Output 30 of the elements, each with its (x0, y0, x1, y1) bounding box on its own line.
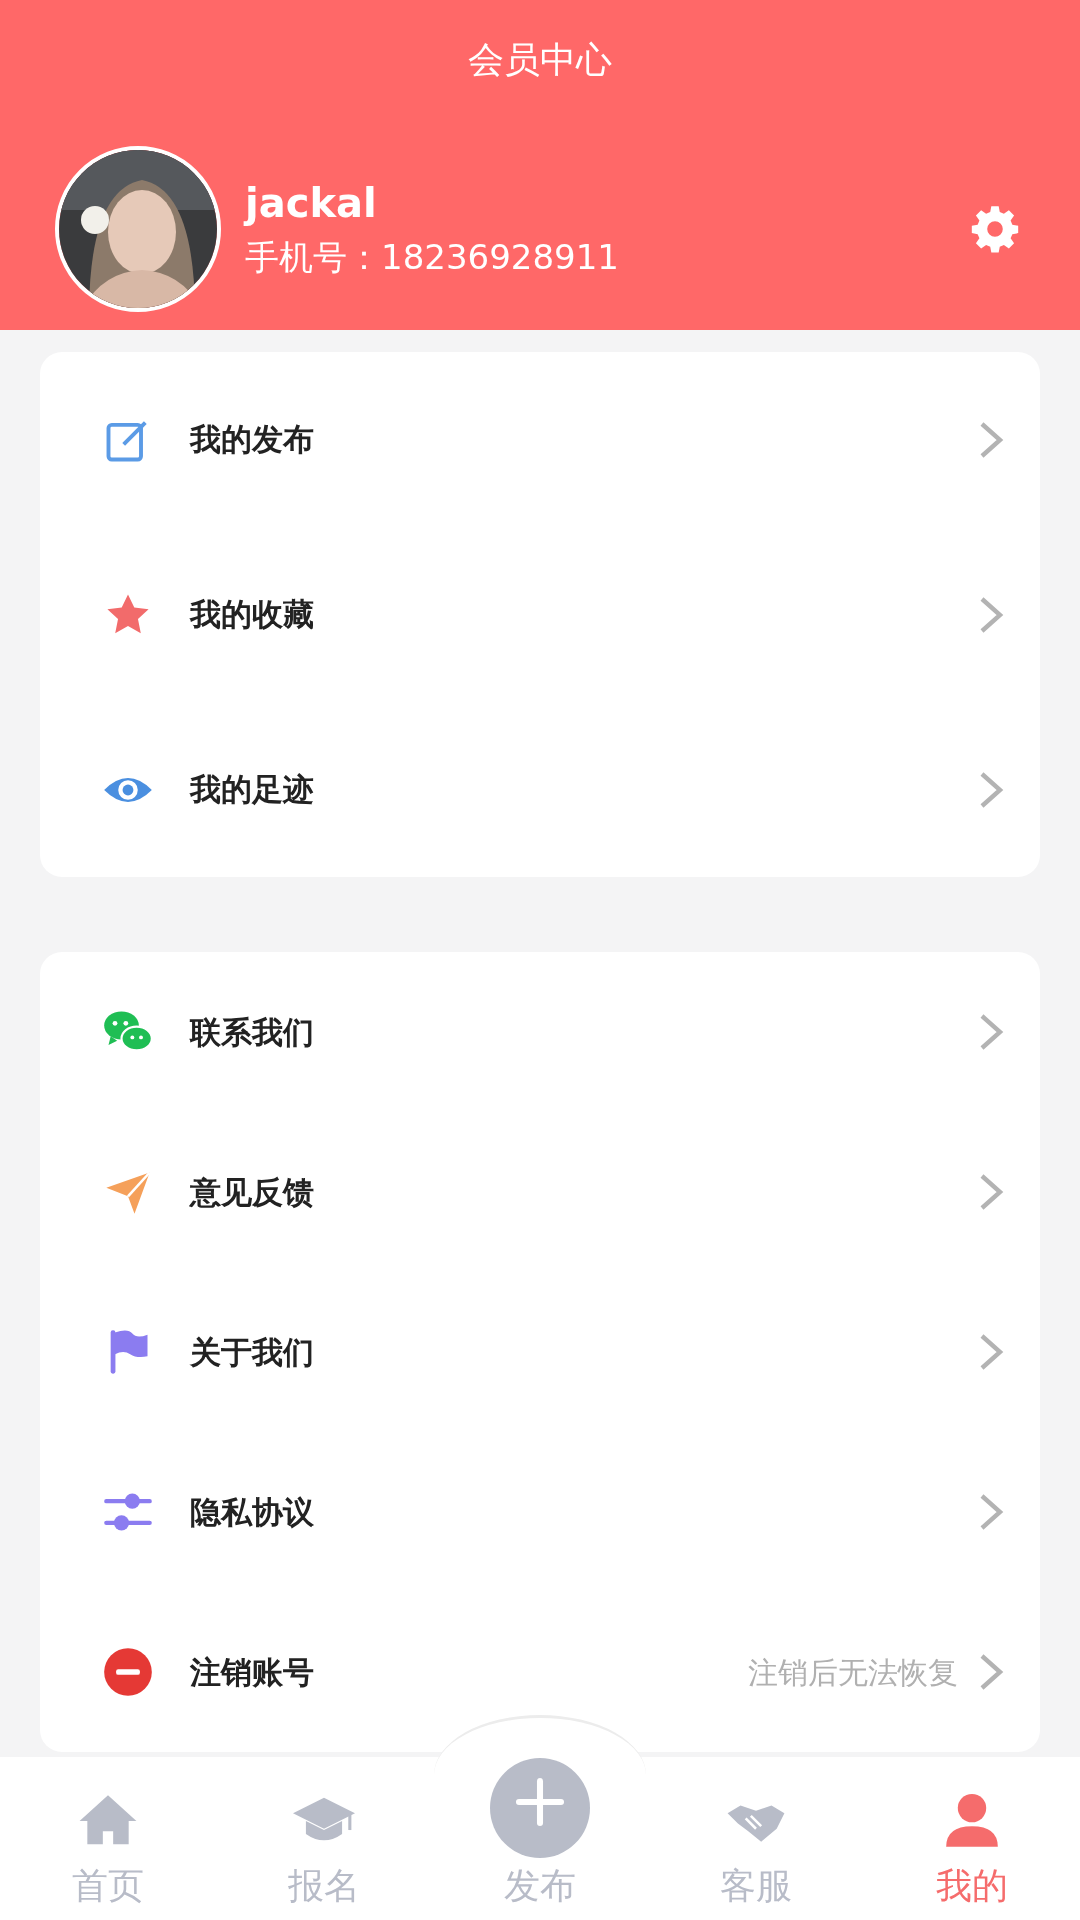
chevron-right-icon (978, 769, 1004, 810)
chevron-right-icon (978, 1332, 1004, 1372)
user-name: jackal (245, 179, 378, 228)
chevron-right-icon (978, 594, 1004, 635)
menu-item[interactable]: 意见反馈 (40, 1112, 1040, 1272)
chevron-right-icon (978, 1652, 1004, 1692)
menu-label: 我的收藏 (190, 595, 314, 635)
menu-note: 注销后无法恢复 (748, 1653, 958, 1692)
chevron-right-icon (978, 1012, 1004, 1052)
menu-label: 我的发布 (190, 420, 314, 460)
menu-item[interactable]: 关于我们 (40, 1272, 1040, 1432)
menu-item[interactable]: 联系我们 (40, 952, 1040, 1112)
chevron-right-icon (978, 419, 1004, 460)
menu-item[interactable]: 我的发布 (40, 352, 1040, 527)
minus-circle-icon (102, 1646, 154, 1698)
menu-item[interactable]: 我的收藏 (40, 527, 1040, 702)
chevron-right-icon (978, 1172, 1004, 1212)
menu-label: 我的足迹 (190, 770, 314, 810)
menu-label: 意见反馈 (190, 1172, 314, 1212)
menu-label: 隐私协议 (190, 1492, 314, 1532)
menu-label: 关于我们 (190, 1332, 314, 1372)
chevron-right-icon (978, 1492, 1004, 1532)
menu-item[interactable]: 注销账号 注销后无法恢复 (40, 1592, 1040, 1752)
phone-number: 手机号：18236928911 (245, 236, 620, 279)
menu-label: 注销账号 (190, 1652, 314, 1692)
settings-icon[interactable] (969, 203, 1021, 255)
menu-item[interactable]: 隐私协议 (40, 1432, 1040, 1592)
menu-item[interactable]: 我的足迹 (40, 702, 1040, 877)
page-title: 会员中心 (467, 38, 613, 82)
menu-label: 联系我们 (190, 1012, 314, 1052)
